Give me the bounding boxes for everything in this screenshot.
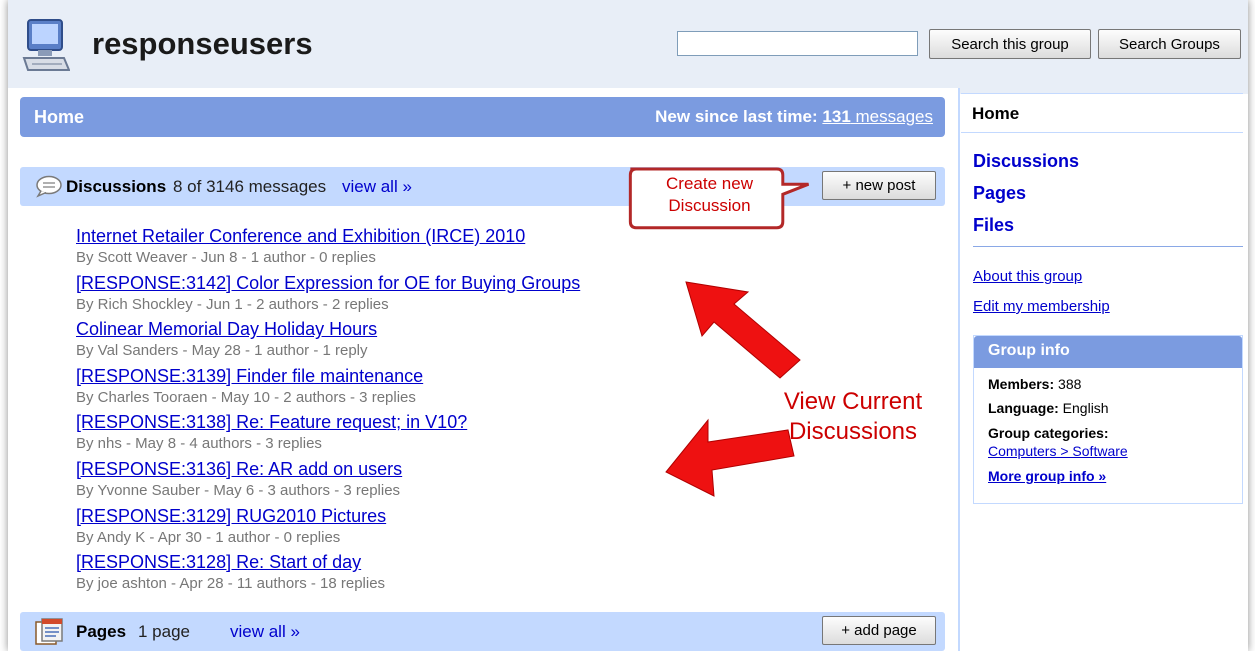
- list-item: [RESPONSE:3129] RUG2010 Pictures By Andy…: [76, 505, 716, 552]
- search-input[interactable]: [677, 31, 918, 56]
- sidebar-nav: Discussions Pages Files: [973, 145, 1079, 241]
- new-messages-count: 131: [822, 107, 851, 126]
- new-post-button[interactable]: + new post: [822, 171, 936, 200]
- list-item: Colinear Memorial Day Holiday Hours By V…: [76, 318, 716, 365]
- group-info-title: Group info: [974, 336, 1242, 368]
- sidebar-links: About this group Edit my membership: [973, 262, 1110, 322]
- page-frame: responseusers Search this group Search G…: [8, 0, 1248, 651]
- discussions-title: Discussions: [66, 177, 167, 196]
- annotation-line-1: View Current: [783, 388, 923, 415]
- edit-membership-link[interactable]: Edit my membership: [973, 292, 1110, 322]
- discussion-meta: By joe ashton - Apr 28 - 11 authors - 18…: [76, 575, 386, 593]
- discussions-count: 8 of 3146 messages: [173, 177, 327, 196]
- sidebar-divider: [958, 88, 960, 651]
- pages-title: Pages: [76, 622, 127, 641]
- list-item: [RESPONSE:3142] Color Expression for OE …: [76, 272, 716, 319]
- members-label: Members:: [988, 376, 1055, 392]
- list-item: [RESPONSE:3136] Re: AR add on users By Y…: [76, 458, 716, 505]
- discussion-title-link[interactable]: [RESPONSE:3138] Re: Feature request; in …: [76, 411, 716, 433]
- discussion-meta: By Yvonne Sauber - May 6 - 3 authors - 3…: [76, 481, 401, 499]
- computer-icon: [22, 19, 70, 71]
- members-value: 388: [1058, 376, 1082, 392]
- search-this-group-button[interactable]: Search this group: [929, 29, 1091, 59]
- red-arrow-upper: [685, 281, 801, 379]
- discussions-list: Internet Retailer Conference and Exhibit…: [76, 225, 716, 598]
- pages-view-all-link[interactable]: view all »: [230, 622, 300, 642]
- search-groups-button[interactable]: Search Groups: [1098, 29, 1241, 59]
- sidebar-item-pages[interactable]: Pages: [973, 177, 1079, 209]
- sidebar-item-files[interactable]: Files: [973, 209, 1079, 241]
- sidebar-item-discussions[interactable]: Discussions: [973, 145, 1079, 177]
- group-name: responseusers: [92, 26, 313, 61]
- callout-line-2: Discussion: [668, 196, 751, 215]
- discussion-title-link[interactable]: Colinear Memorial Day Holiday Hours: [76, 318, 716, 340]
- about-group-link[interactable]: About this group: [973, 262, 1110, 292]
- discussion-title-link[interactable]: Internet Retailer Conference and Exhibit…: [76, 225, 716, 247]
- callout-line-1: Create new: [666, 174, 753, 193]
- list-item: [RESPONSE:3128] Re: Start of day By joe …: [76, 551, 716, 598]
- pages-count: 1 page: [138, 622, 190, 641]
- discussion-meta: By nhs - May 8 - 4 authors - 3 replies: [76, 435, 322, 453]
- home-bar: Home New since last time: 131 messages: [20, 97, 945, 137]
- speech-bubble-icon: [36, 175, 62, 198]
- discussion-title-link[interactable]: [RESPONSE:3139] Finder file maintenance: [76, 365, 716, 387]
- home-title: Home: [34, 107, 85, 127]
- new-messages-unit: messages: [855, 107, 933, 126]
- sidebar-home-label: Home: [972, 104, 1020, 123]
- view-current-discussions-annotation: View Current Discussions: [743, 387, 963, 447]
- discussion-meta: By Rich Shockley - Jun 1 - 2 authors - 2…: [76, 295, 389, 313]
- categories-label: Group categories:: [988, 425, 1109, 441]
- discussion-meta: By Scott Weaver - Jun 8 - 1 author - 0 r…: [76, 249, 376, 266]
- language-row: Language: English: [988, 396, 1242, 420]
- header: responseusers Search this group Search G…: [8, 0, 1248, 88]
- discussion-title-link[interactable]: [RESPONSE:3142] Color Expression for OE …: [76, 272, 716, 294]
- discussion-meta: By Charles Tooraen - May 10 - 2 authors …: [76, 388, 416, 406]
- language-label: Language:: [988, 400, 1059, 416]
- pages-header: Pages 1 page view all » + add page: [20, 612, 945, 651]
- annotation-line-2: Discussions: [788, 418, 918, 445]
- add-page-button[interactable]: + add page: [822, 616, 936, 645]
- discussions-view-all-link[interactable]: view all »: [342, 177, 412, 197]
- sidebar-item-home[interactable]: Home: [961, 93, 1243, 133]
- discussion-title-link[interactable]: [RESPONSE:3136] Re: AR add on users: [76, 458, 716, 480]
- new-since-text: New since last time: 131 messages: [655, 107, 933, 127]
- group-info-body: Members: 388 Language: English Group cat…: [974, 368, 1242, 488]
- discussion-title-link[interactable]: [RESPONSE:3129] RUG2010 Pictures: [76, 505, 716, 527]
- discussion-meta: By Val Sanders - May 28 - 1 author - 1 r…: [76, 342, 368, 360]
- list-item: [RESPONSE:3139] Finder file maintenance …: [76, 365, 716, 412]
- language-value: English: [1062, 400, 1109, 416]
- list-item: Internet Retailer Conference and Exhibit…: [76, 225, 716, 272]
- callout-text: Create new Discussion: [628, 173, 791, 217]
- discussion-meta: By Andy K - Apr 30 - 1 author - 0 replie…: [76, 528, 341, 546]
- discussion-title-link[interactable]: [RESPONSE:3128] Re: Start of day: [76, 551, 716, 573]
- group-info-box: Group info Members: 388 Language: Englis…: [973, 335, 1243, 504]
- sidebar-divider-rule: [973, 246, 1243, 247]
- pages-icon: [35, 618, 63, 645]
- more-group-info-link[interactable]: More group info »: [988, 464, 1242, 488]
- new-since-label: New since last time:: [655, 107, 818, 126]
- new-messages-link[interactable]: 131 messages: [822, 107, 933, 126]
- list-item: [RESPONSE:3138] Re: Feature request; in …: [76, 411, 716, 458]
- category-link[interactable]: Computers > Software: [988, 442, 1242, 460]
- members-row: Members: 388: [988, 372, 1242, 396]
